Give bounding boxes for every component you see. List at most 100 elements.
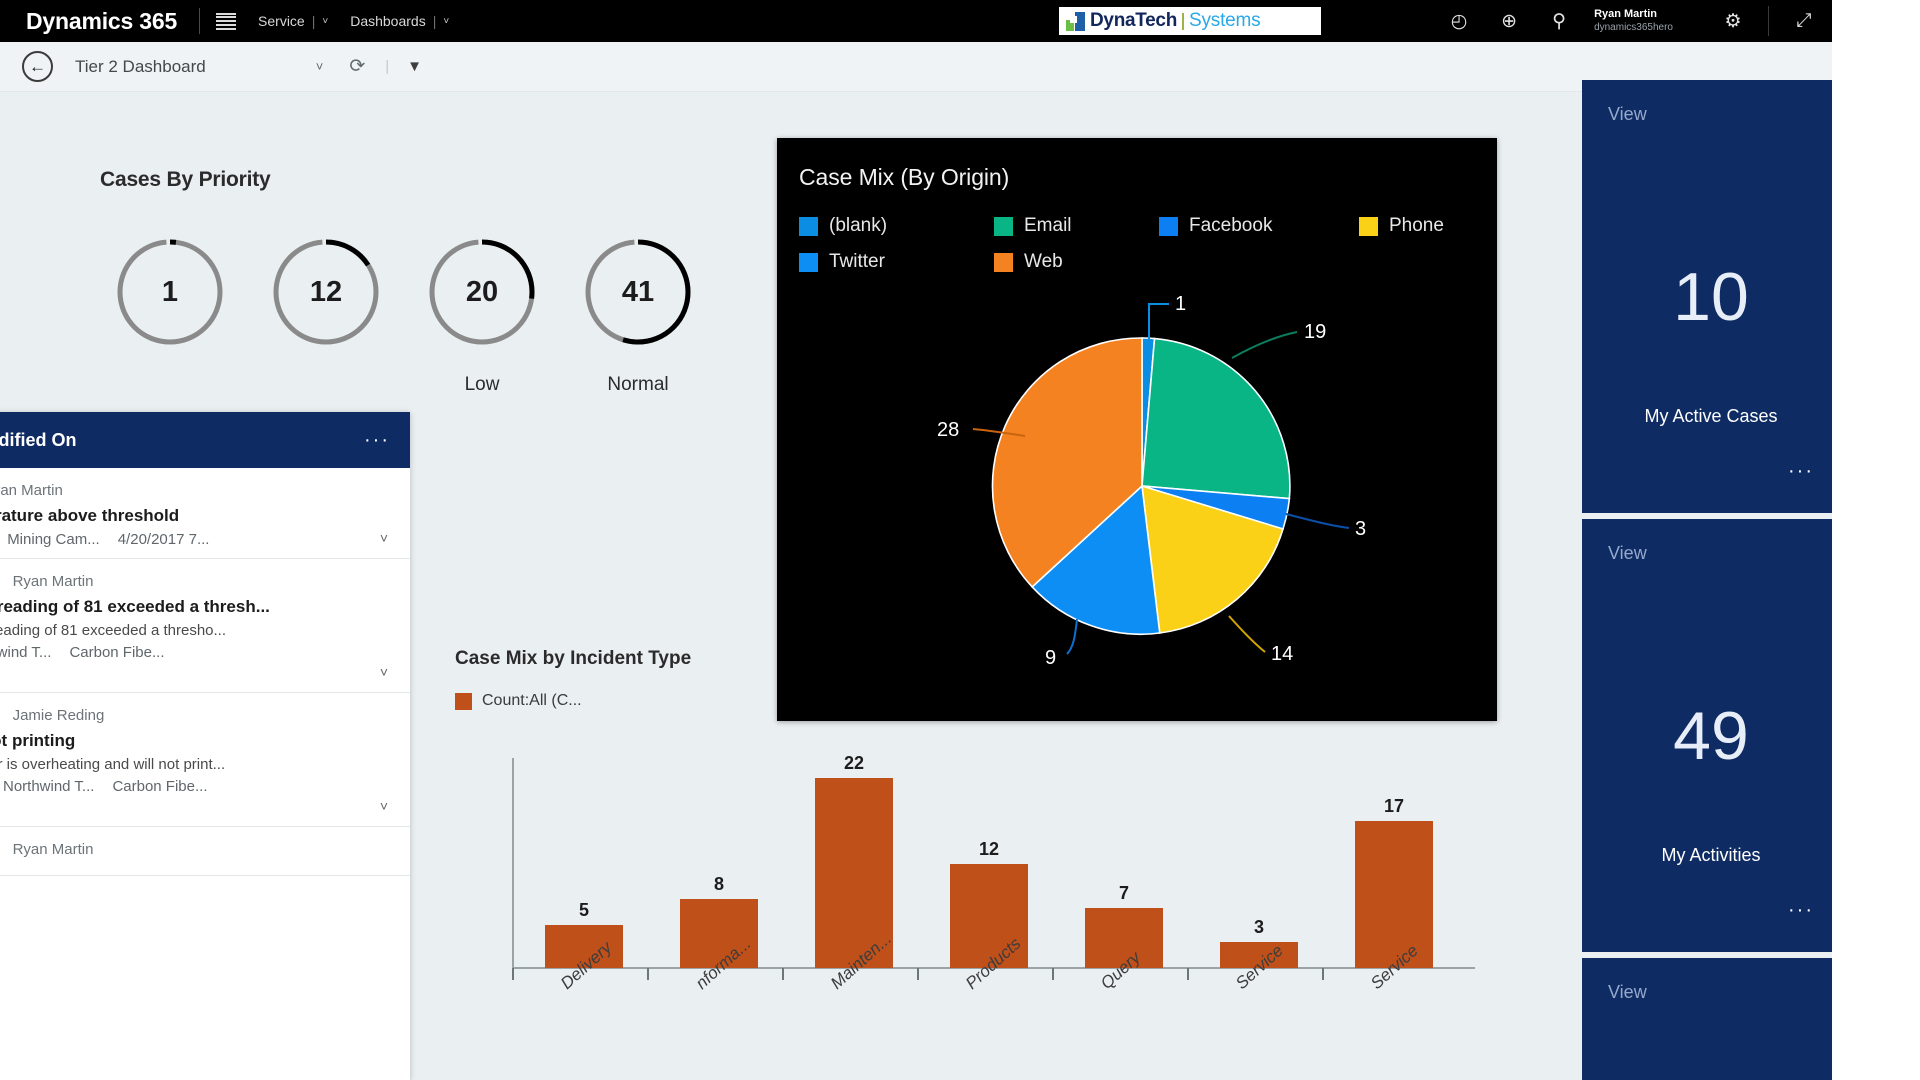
priority-gauge[interactable]: 1 [100, 234, 240, 396]
list-item-expand-chevron-icon[interactable]: ˅ [380, 798, 388, 814]
tile-count: 49 [1673, 697, 1749, 774]
tile-my-activities[interactable]: View 49 My Activities ··· [1582, 519, 1840, 952]
legend-label: Phone [1389, 215, 1444, 236]
case-mix-title: Case Mix (By Origin) [799, 164, 1010, 190]
bar-group: 22 Mainten... [782, 753, 895, 993]
bar-value: 5 [579, 900, 589, 920]
tile-view-label: View [1608, 104, 1647, 124]
legend-swatch [799, 252, 818, 272]
pie-label-email: 19 [1304, 321, 1326, 343]
nav-dashboards-label: Dashboards [350, 13, 426, 29]
back-button[interactable]: ← [22, 51, 53, 82]
user-name: Ryan Martin [1594, 7, 1658, 20]
list-overflow-icon[interactable]: ··· [364, 429, 390, 452]
list-item-expand-chevron-icon[interactable]: ˅ [380, 530, 388, 546]
nav-dashboards-separator: | [432, 13, 437, 29]
priority-gauge[interactable]: 12 [256, 234, 396, 396]
pie-legend: (blank) Email Facebook Phone Twitter Web [799, 215, 1459, 273]
bar-value: 17 [1384, 796, 1404, 816]
dashboard-selector-chevron-down-icon[interactable]: ˅ [316, 59, 324, 74]
refresh-icon[interactable]: ⟳ [349, 55, 365, 78]
list-item-tag: Carbon Fibe... [112, 778, 208, 795]
bar-group: 5 Delivery [512, 900, 623, 993]
command-bar: ← Tier 2 Dashboard ˅ ⟳ | ▼ [0, 42, 1845, 92]
legend-item-phone[interactable]: Phone [1359, 215, 1444, 237]
tile-view-label: View [1608, 982, 1647, 1002]
nav-item-dashboards[interactable]: Dashboards | ˅ [350, 13, 449, 29]
bar-group: 12 Products [917, 839, 1028, 993]
user-org: dynamics365hero [1594, 21, 1673, 33]
gauge-label: Low [464, 374, 500, 395]
nav-item-service[interactable]: Service | ˅ [258, 13, 328, 29]
legend-swatch [994, 216, 1013, 236]
list-item[interactable]: Ryan Martin mperature above threshold an… [0, 468, 410, 559]
bar-chart-title: Case Mix by Incident Type [455, 648, 692, 669]
chevron-down-icon[interactable]: ˅ [322, 16, 328, 27]
bar-value: 7 [1119, 883, 1129, 903]
waffle-menu-icon[interactable] [216, 12, 237, 30]
legend-item-twitter[interactable]: Twitter [799, 251, 994, 273]
user-account[interactable]: Ryan Martin dynamics365hero [1594, 8, 1673, 34]
bar-chart-legend[interactable]: Count:All (C... [455, 692, 1595, 710]
list-item-expand-chevron-icon[interactable]: ˅ [380, 664, 388, 680]
legend-item-email[interactable]: Email [994, 215, 1159, 237]
legend-item-facebook[interactable]: Facebook [1159, 215, 1359, 237]
gauge-value: 20 [465, 275, 499, 308]
list-header-modified-on[interactable]: ↓ Modified On ··· [0, 412, 410, 468]
dynatech-logo-divider [1182, 12, 1184, 30]
app-brand[interactable]: Dynamics 365 [0, 8, 177, 35]
list-item-meta: Ryan Martin [0, 482, 390, 499]
bar-chart-plot[interactable]: 5 Delivery 8 nforma... 22 Mainten... 12 … [455, 718, 1495, 1048]
priority-gauge-normal[interactable]: 41 Normal [568, 234, 708, 396]
case-mix-by-incident-type-panel: Case Mix by Incident Type Count:All (C..… [455, 648, 1595, 1080]
list-item[interactable]: Web Jamie Reding er not printing printer… [0, 693, 410, 827]
list-item-tag: 4/20/2017 7... [117, 531, 210, 548]
gear-icon[interactable]: ⚙ [1721, 9, 1745, 33]
legend-label: Facebook [1189, 215, 1273, 236]
gauge-value: 41 [621, 275, 655, 308]
plus-icon[interactable]: ⊕ [1497, 9, 1521, 33]
tile-partial[interactable]: View [1582, 958, 1840, 1080]
list-item-tag: Carbon Fibe... [69, 644, 165, 661]
priority-gauge-low[interactable]: 20 Low [412, 234, 552, 396]
legend-label: (blank) [829, 215, 888, 236]
case-list-overlay: ↓ Modified On ··· Ryan Martin mperature … [0, 412, 410, 1080]
chevron-down-icon[interactable]: ˅ [443, 16, 449, 27]
list-item-date: 11... [0, 665, 390, 682]
page-title: Tier 2 Dashboard [75, 56, 206, 76]
priority-gauge-row: 1 12 20 Low 41 Normal [100, 234, 740, 396]
tile-my-active-cases[interactable]: View 10 My Active Cases ··· [1582, 80, 1840, 513]
nav-actions-divider [1768, 6, 1769, 36]
screen: Dynamics 365 Service | ˅ Dashboards | ˅ … [0, 0, 1920, 1080]
dynatech-watermark-logo: DynaTech Systems [1059, 7, 1321, 35]
search-icon[interactable]: ⚲ [1547, 9, 1571, 33]
legend-item-web[interactable]: Web [994, 251, 1063, 273]
bar-group: 3 Service [1187, 917, 1298, 993]
tile-overflow-icon[interactable]: ··· [1788, 899, 1814, 922]
gauge-label: Normal [607, 374, 669, 395]
gauge-ring: 41 [580, 234, 696, 350]
list-item-tags: Northwind T... Carbon Fibe... [0, 644, 390, 661]
list-item-title: er not printing [0, 731, 76, 750]
legend-item-blank[interactable]: (blank) [799, 215, 994, 237]
clock-icon[interactable]: ◴ [1447, 9, 1471, 33]
tile-label: My Activities [1661, 845, 1761, 865]
cases-by-priority-title: Cases By Priority [100, 168, 271, 191]
list-item-tag: Northwind T... [0, 644, 52, 661]
tile-count: 10 [1673, 258, 1749, 335]
list-item[interactable]: Web Ryan Martin ture reading of 81 excee… [0, 559, 410, 693]
nav-service-label: Service [258, 13, 305, 29]
tile-view-label: View [1608, 543, 1647, 563]
list-item-description: printer is overheating and will not prin… [0, 756, 226, 773]
tile-overflow-icon[interactable]: ··· [1788, 460, 1814, 483]
app-shell-right-edge [1832, 0, 1845, 1080]
page-right-gutter [1845, 0, 1920, 1080]
list-item-meta: Web Jamie Reding [0, 707, 390, 724]
list-item[interactable]: Web Ryan Martin [0, 827, 410, 876]
gauge-ring: 12 [268, 234, 384, 350]
filter-icon[interactable]: ▼ [407, 58, 422, 75]
top-navigation-bar: Dynamics 365 Service | ˅ Dashboards | ˅ … [0, 0, 1845, 42]
bar-group: 7 Query [1052, 883, 1163, 993]
expand-icon[interactable]: ⤢ [1792, 9, 1816, 33]
bar-value: 3 [1254, 917, 1264, 937]
